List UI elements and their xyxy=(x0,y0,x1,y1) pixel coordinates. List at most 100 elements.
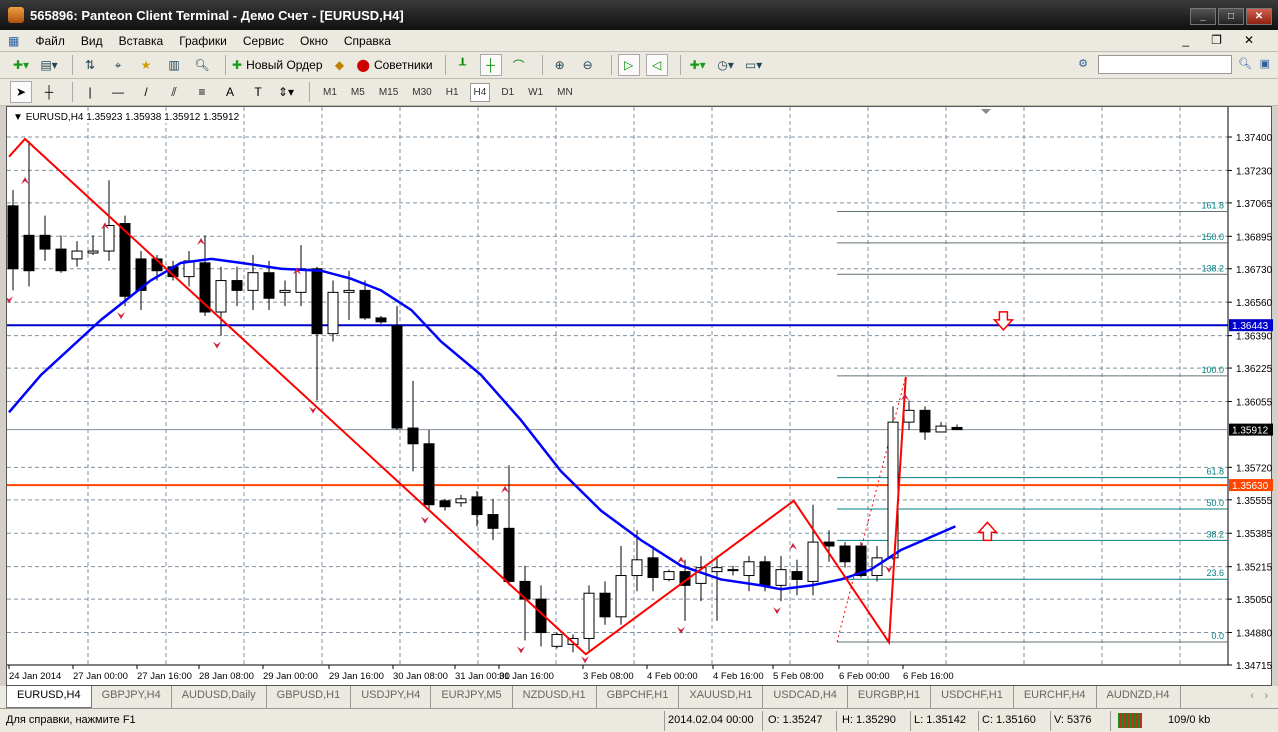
bar-chart-button[interactable]: ┸ xyxy=(452,54,474,76)
collapse-triangle-icon[interactable]: ▼ xyxy=(13,112,26,123)
price-tick-label: 1.37400 xyxy=(1236,133,1273,144)
symbol-tab[interactable]: USDCHF,H1 xyxy=(931,686,1014,708)
timeframe-m30[interactable]: M30 xyxy=(409,84,434,101)
price-chart[interactable]: 1.37400 1.37230 1.37065 1.36895 1.36730 1.365… xyxy=(7,107,1273,687)
vertical-line-tool[interactable]: | xyxy=(79,81,101,103)
crosshair-tool[interactable]: ┼ xyxy=(38,81,60,103)
maximize-button[interactable]: □ xyxy=(1218,8,1244,25)
mdi-minimize-button[interactable]: _ xyxy=(1182,33,1189,47)
line-chart-button[interactable]: ⌒ xyxy=(508,54,530,76)
status-traffic: 109/0 kb xyxy=(1168,714,1211,726)
indicators-button[interactable]: ✚▾ xyxy=(687,54,709,76)
minimize-button[interactable]: _ xyxy=(1190,8,1216,25)
market-watch-button[interactable]: ⇅ xyxy=(79,54,101,76)
symbol-tab[interactable]: AUDUSD,Daily xyxy=(172,686,267,708)
bear-candle xyxy=(231,280,243,291)
menu-file[interactable]: Файл xyxy=(35,34,65,48)
new-order-icon: ✚ xyxy=(232,58,243,72)
symbol-tab[interactable]: EURJPY,M5 xyxy=(431,686,513,708)
timeframe-m5[interactable]: M5 xyxy=(348,84,368,101)
fibonacci-level-label: 100.0 xyxy=(1201,365,1224,375)
bear-candle xyxy=(647,557,659,578)
price-tick-label: 1.36560 xyxy=(1236,298,1273,309)
symbol-tab[interactable]: USDJPY,H4 xyxy=(351,686,432,708)
templates-button[interactable]: ▭▾ xyxy=(743,54,765,76)
fibonacci-tool[interactable]: ≡ xyxy=(191,81,213,103)
navigator-button[interactable]: ★ xyxy=(135,54,157,76)
timeframe-w1[interactable]: W1 xyxy=(525,84,546,101)
menu-charts[interactable]: Графики xyxy=(179,34,227,48)
zoom-in-button[interactable]: ⊕ xyxy=(549,54,571,76)
experts-button[interactable]: ⬤ Советники xyxy=(357,54,433,76)
mdi-restore-button[interactable]: ❐ xyxy=(1211,33,1222,47)
timeframe-m15[interactable]: M15 xyxy=(376,84,401,101)
menu-help[interactable]: Справка xyxy=(344,34,391,48)
auto-scroll-button[interactable]: ▷ xyxy=(617,54,640,76)
time-tick-label: 28 Jan 08:00 xyxy=(199,671,254,682)
fractal-down-icon xyxy=(581,656,589,664)
text-tool[interactable]: A xyxy=(219,81,241,103)
chart-header: ▼ EURUSD,H4 1.35923 1.35938 1.35912 1.35… xyxy=(13,112,240,123)
symbol-tab[interactable]: EURUSD,H4 xyxy=(6,686,92,708)
cursor-tool[interactable]: ➤ xyxy=(10,81,32,103)
close-button[interactable]: ✕ xyxy=(1246,8,1272,25)
price-tick-label: 1.35555 xyxy=(1236,496,1273,507)
chart-window[interactable]: 1.37400 1.37230 1.37065 1.36895 1.36730 1.365… xyxy=(6,106,1273,687)
bull-candle xyxy=(343,289,355,293)
horizontal-line-tool[interactable]: — xyxy=(107,81,129,103)
symbol-tab[interactable]: GBPCHF,H1 xyxy=(597,686,680,708)
time-tick-label: 27 Jan 16:00 xyxy=(137,671,192,682)
timeframe-mn[interactable]: MN xyxy=(554,84,576,101)
experts-icon: ⬤ xyxy=(356,58,370,72)
current-price-label: 1.35912 xyxy=(1232,426,1269,437)
tester-button[interactable]: 🔍︎ xyxy=(191,54,213,76)
search-icon[interactable]: 🔍︎ xyxy=(1238,57,1252,70)
menu-insert[interactable]: Вставка xyxy=(119,34,164,48)
symbol-tab[interactable]: GBPJPY,H4 xyxy=(92,686,172,708)
symbol-tab[interactable]: NZDUSD,H1 xyxy=(513,686,597,708)
menu-view[interactable]: Вид xyxy=(81,34,103,48)
community-icon[interactable]: ▣ xyxy=(1260,57,1270,70)
search-input[interactable] xyxy=(1098,55,1232,74)
symbol-tab[interactable]: GBPUSD,H1 xyxy=(267,686,352,708)
tabs-scroll-left[interactable]: ‹ xyxy=(1250,690,1254,702)
settings-icon[interactable]: ⚙ xyxy=(1078,57,1088,70)
new-order-button[interactable]: ✚ Новый Ордер xyxy=(232,54,323,76)
trendline-tool[interactable]: / xyxy=(135,81,157,103)
chart-shift-button[interactable]: ◁ xyxy=(645,54,668,76)
zoom-out-button[interactable]: ⊖ xyxy=(577,54,599,76)
bear-candle xyxy=(407,427,419,445)
data-window-button[interactable]: ⌖ xyxy=(107,54,129,76)
menu-window[interactable]: Окно xyxy=(300,34,328,48)
periods-button[interactable]: ◷▾ xyxy=(715,54,737,76)
price-tick-label: 1.35050 xyxy=(1236,595,1273,606)
candlestick-chart-button[interactable]: ┼ xyxy=(479,54,502,76)
timeframe-d1[interactable]: D1 xyxy=(498,84,517,101)
arrows-tool[interactable]: ⇕▾ xyxy=(275,81,297,103)
timeframe-h1[interactable]: H1 xyxy=(443,84,462,101)
tabs-scroll-right[interactable]: › xyxy=(1264,690,1268,702)
metaeditor-button[interactable]: ◆ xyxy=(329,54,351,76)
app-icon xyxy=(8,7,24,23)
equidistant-channel-tool[interactable]: ⫽ xyxy=(163,81,185,103)
fibonacci-level-label: 38.2 xyxy=(1206,529,1224,539)
bear-candle xyxy=(375,317,387,323)
symbol-tab[interactable]: USDCAD,H4 xyxy=(763,686,848,708)
symbol-tab[interactable]: AUDNZD,H4 xyxy=(1097,686,1181,708)
timeframe-m1[interactable]: M1 xyxy=(320,84,340,101)
profiles-button[interactable]: ▤▾ xyxy=(38,54,60,76)
text-label-tool[interactable]: T xyxy=(247,81,269,103)
symbol-tab[interactable]: EURGBP,H1 xyxy=(848,686,932,708)
bull-candle xyxy=(615,575,627,618)
price-label: 1.35630 xyxy=(1232,481,1269,492)
timeframe-h4[interactable]: H4 xyxy=(469,82,491,102)
symbol-tab[interactable]: XAUUSD,H1 xyxy=(679,686,764,708)
symbol-tab[interactable]: EURCHF,H4 xyxy=(1014,686,1097,708)
bear-candle xyxy=(391,325,403,429)
terminal-button[interactable]: ▥ xyxy=(163,54,185,76)
fractal-down-icon xyxy=(677,626,685,634)
menu-tools[interactable]: Сервис xyxy=(243,34,284,48)
fractal-down-icon xyxy=(517,646,525,654)
mdi-close-button[interactable]: ✕ xyxy=(1244,33,1254,47)
new-chart-button[interactable]: ✚▾ xyxy=(10,54,32,76)
